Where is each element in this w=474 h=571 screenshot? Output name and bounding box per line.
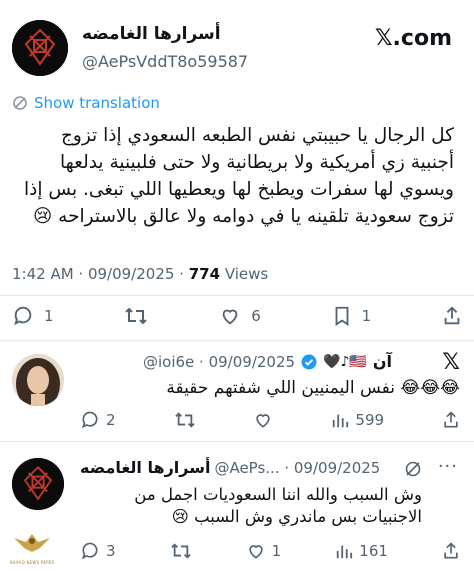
grok-icon	[405, 461, 421, 477]
reply1-name[interactable]: آن	[373, 352, 392, 371]
reply2-text-line: وش السبب والله اننا السعوديات اجمل من	[134, 485, 422, 504]
reply1-like-button[interactable]	[253, 410, 273, 430]
views-icon	[333, 414, 349, 428]
reply1-actions: 2 599	[80, 409, 460, 431]
reply2-share-button[interactable]	[442, 541, 460, 561]
reply2-views-button[interactable]: 161	[335, 542, 388, 560]
reply1-views-count: 599	[355, 411, 385, 429]
reply1-share-button[interactable]	[442, 410, 460, 430]
reply2-reply-button[interactable]: 3	[80, 541, 116, 561]
profile-photo-icon	[12, 354, 64, 406]
author-handle[interactable]: @AePsVddT8o59587	[82, 52, 248, 71]
tweet-timestamp[interactable]: 1:42 AM · 09/09/2025 ·	[12, 265, 184, 283]
views-icon	[337, 545, 353, 559]
like-icon	[222, 309, 238, 325]
reply-count: 1	[44, 307, 54, 325]
reply2-more-icon[interactable]: ···	[438, 456, 458, 477]
divider	[0, 295, 474, 296]
reply2-header: أسرارها الغامضه @AePs... · 09/09/2025	[80, 458, 380, 477]
reply1-reply-count: 2	[106, 411, 116, 429]
reply1-header: آن 🇺🇸♪🖤 @ioi6e · 09/09/2025	[143, 352, 392, 371]
reply1-x-logo-icon: 𝕏	[442, 350, 460, 375]
author-avatar[interactable]	[12, 20, 68, 76]
reply2-like-button[interactable]: 1	[246, 541, 282, 561]
reply1-retweet-button[interactable]	[174, 410, 196, 430]
author-name[interactable]: أسرارها الغامضه	[82, 24, 221, 44]
reply2-avatar[interactable]	[12, 458, 64, 510]
reply2-name[interactable]: أسرارها الغامضه	[80, 458, 210, 477]
tweet-text-line: تزوج سعودية تلقينه يا في دوامه ولا عالق …	[33, 206, 454, 227]
bookmark-button[interactable]: 1	[332, 305, 372, 327]
like-icon	[256, 414, 271, 428]
avatar-emblem-icon	[12, 20, 68, 76]
show-translation[interactable]: Show translation	[12, 94, 160, 112]
watermark-logo: AHAAD NEWS PAPER	[4, 528, 60, 570]
reply1-handle[interactable]: @ioi6e · 09/09/2025	[143, 353, 295, 371]
reply2-handle[interactable]: @AePs... · 09/09/2025	[214, 459, 380, 477]
tweet-text-line: أجنبية زي أمريكية ولا بريطانية ولا حتى ف…	[59, 152, 454, 173]
divider	[0, 340, 474, 341]
reply2-text: وش السبب والله اننا السعوديات اجمل من ال…	[80, 484, 422, 528]
reply2-like-count: 1	[271, 542, 282, 560]
tweet-text: كل الرجال يا حبيبتي نفس الطبعه السعودي إ…	[8, 122, 454, 230]
retweet-icon	[125, 307, 148, 325]
tweet-meta: 1:42 AM · 09/09/2025 · 774 Views	[12, 265, 268, 283]
verified-icon	[301, 354, 317, 369]
reply1-views-button[interactable]: 599	[331, 411, 384, 429]
reply2-grok-icon[interactable]	[404, 460, 422, 482]
like-icon	[249, 545, 263, 559]
tweet-text-line: ويسوي لها سفرات ويطبخ لها ويعطيها اللي ت…	[23, 179, 454, 200]
retweet-icon	[170, 543, 191, 559]
reply2-retweet-button[interactable]	[170, 541, 192, 561]
translate-icon	[13, 96, 27, 110]
tweet-views-count: 774	[188, 265, 221, 283]
watermark-text: AHAAD NEWS PAPER	[9, 560, 55, 565]
reply2-views-count: 161	[359, 542, 388, 560]
reply1-avatar[interactable]	[12, 354, 64, 406]
eagle-emblem-icon	[14, 534, 50, 552]
tweet-text-line: كل الرجال يا حبيبتي نفس الطبعه السعودي إ…	[60, 125, 454, 146]
show-translation-label[interactable]: Show translation	[34, 94, 160, 112]
share-icon	[444, 306, 460, 325]
share-icon	[444, 411, 458, 428]
share-button[interactable]	[442, 305, 462, 327]
reply-button[interactable]: 1	[12, 305, 54, 327]
bookmark-icon	[335, 306, 348, 326]
x-logo-icon: 𝕏.com	[374, 26, 452, 51]
reply1-emojis: 🇺🇸♪🖤	[323, 353, 367, 370]
retweet-icon	[174, 412, 195, 428]
reply2-text-line: الاجنبيات بس ماندري وش السبب 😢	[171, 507, 422, 526]
share-icon	[444, 542, 458, 559]
tweet-actions: 1 6 1	[12, 303, 462, 329]
bookmark-count: 1	[361, 307, 372, 325]
avatar-emblem-icon	[12, 458, 64, 510]
reply-icon	[81, 411, 98, 429]
reply2-reply-count: 3	[106, 542, 116, 560]
retweet-button[interactable]	[124, 305, 148, 327]
reply-icon	[81, 542, 98, 560]
tweet-views-label: Views	[224, 265, 269, 283]
reply1-text: 😂😂😂 نفس اليمنيين اللي شفتهم حقيقة	[166, 378, 460, 398]
reply1-reply-button[interactable]: 2	[80, 410, 116, 430]
divider	[0, 441, 474, 442]
reply2-actions: 3 1 161	[80, 540, 460, 562]
like-count: 6	[251, 307, 261, 325]
reply-icon	[14, 306, 32, 326]
like-button[interactable]: 6	[219, 305, 261, 327]
